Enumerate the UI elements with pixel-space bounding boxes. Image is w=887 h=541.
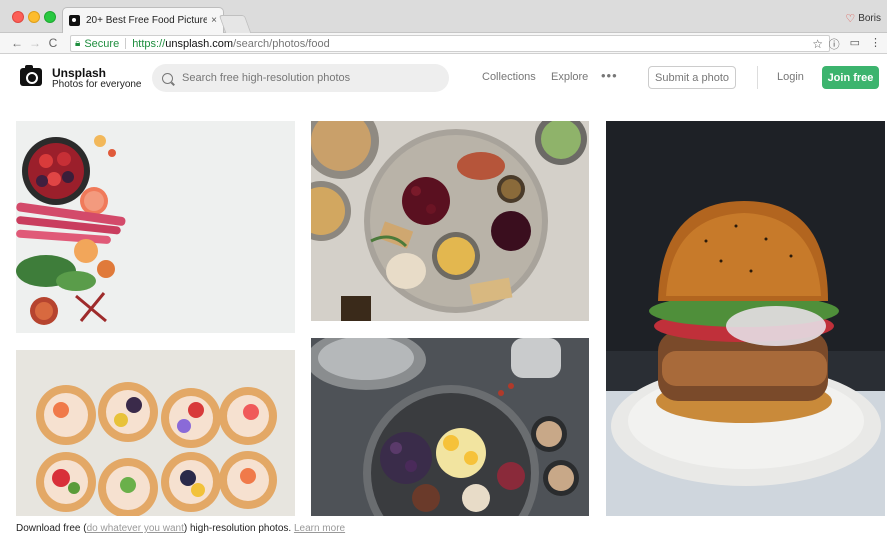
new-tab-button[interactable] xyxy=(218,15,252,33)
url-path: /search/photos/food xyxy=(233,37,330,50)
profile-button[interactable]: ♡ Boris xyxy=(845,12,881,25)
tab-close-icon[interactable]: × xyxy=(211,15,217,26)
more-menu-icon[interactable]: ••• xyxy=(601,68,618,83)
footer-middle: ) high-resolution photos. xyxy=(183,523,294,534)
site-header: Unsplash Photos for everyone Collections… xyxy=(0,55,887,101)
photo-cheese-platter[interactable] xyxy=(311,338,589,516)
photo-fruit-tarts[interactable] xyxy=(16,350,295,516)
lock-icon: 🔒︎ xyxy=(75,38,81,49)
login-link[interactable]: Login xyxy=(777,71,804,83)
profile-name: Boris xyxy=(858,13,881,24)
license-link[interactable]: do whatever you want xyxy=(87,523,184,534)
info-icon[interactable]: ⓘ xyxy=(829,36,840,52)
extension-icons: ⓘ ▭ ⋮ xyxy=(829,36,881,52)
secure-label: Secure xyxy=(84,37,120,50)
brand-name[interactable]: Unsplash xyxy=(52,66,106,80)
menu-kebab-icon[interactable]: ⋮ xyxy=(870,36,881,52)
submit-photo-button[interactable]: Submit a photo xyxy=(648,66,736,89)
brand-tagline: Photos for everyone xyxy=(52,79,142,90)
camera-icon xyxy=(69,15,80,26)
extension-icon[interactable]: ▭ xyxy=(850,36,860,52)
search-icon xyxy=(162,72,173,84)
header-divider xyxy=(757,66,758,89)
url-scheme: https:// xyxy=(132,37,166,50)
footer-prefix: Download free ( xyxy=(16,523,87,534)
search-bar[interactable] xyxy=(152,64,449,92)
address-bar[interactable]: 🔒︎ Secure https:// unsplash.com /search/… xyxy=(70,35,830,52)
footer-notice: Download free (do whatever you want) hig… xyxy=(0,516,887,541)
bookmark-star-icon[interactable]: ☆ xyxy=(812,37,823,51)
browser-toolbar: ← → C 🔒︎ Secure https:// unsplash.com /s… xyxy=(0,33,887,54)
omnibox-divider xyxy=(125,38,127,49)
browser-titlebar: 20+ Best Free Food Pictures on Unsplash … xyxy=(0,0,887,33)
window-close-button[interactable] xyxy=(12,11,24,23)
profile-icon: ♡ xyxy=(845,13,856,25)
photo-fruit-flatlay[interactable] xyxy=(16,121,295,333)
browser-tab[interactable]: 20+ Best Free Food Pictures on Unsplash … xyxy=(62,7,224,33)
window-minimize-button[interactable] xyxy=(28,11,40,23)
photo-burger[interactable] xyxy=(606,121,885,516)
photo-charcuterie-board[interactable] xyxy=(311,121,589,321)
nav-collections[interactable]: Collections xyxy=(482,71,536,83)
reload-icon[interactable]: C xyxy=(44,36,62,50)
back-arrow-icon[interactable]: ← xyxy=(8,36,26,50)
unsplash-logo-icon[interactable] xyxy=(20,65,42,86)
forward-arrow-icon[interactable]: → xyxy=(26,36,44,50)
join-free-button[interactable]: Join free xyxy=(822,66,879,89)
url-host: unsplash.com xyxy=(165,37,234,50)
nav-explore[interactable]: Explore xyxy=(551,71,588,83)
search-input[interactable] xyxy=(182,72,432,84)
window-zoom-button[interactable] xyxy=(44,11,56,23)
tab-title: 20+ Best Free Food Pictures on Unsplash xyxy=(86,15,208,26)
learn-more-link[interactable]: Learn more xyxy=(294,523,345,534)
